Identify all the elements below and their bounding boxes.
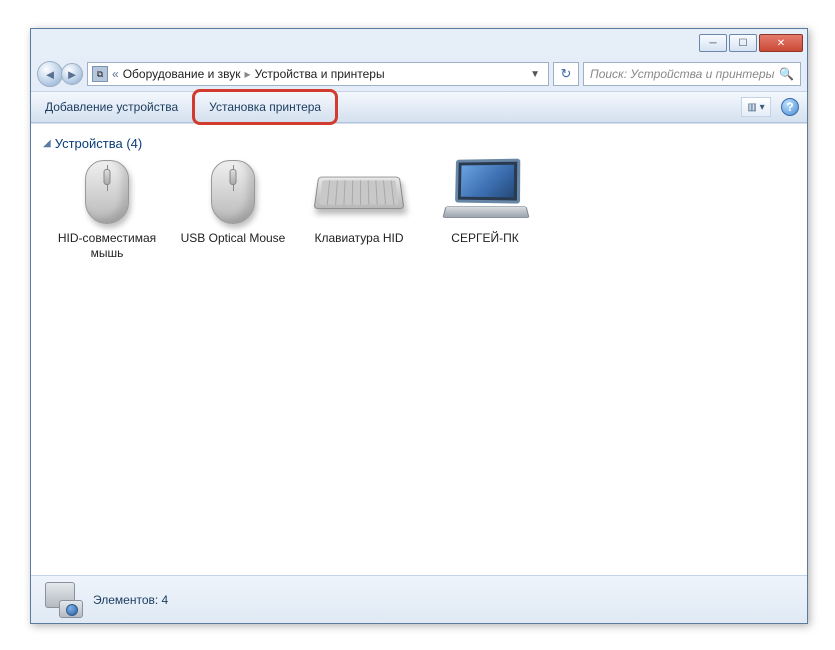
status-devices-icon <box>41 582 83 618</box>
explorer-window: ─ ☐ ✕ ◄ ► ⧉ « Оборудование и звук ▸ Устр… <box>30 28 808 624</box>
group-title: Устройства (4) <box>55 136 143 151</box>
search-placeholder: Поиск: Устройства и принтеры <box>590 67 774 81</box>
device-label: USB Optical Mouse <box>179 231 287 246</box>
add-device-label: Добавление устройства <box>45 100 178 114</box>
nav-row: ◄ ► ⧉ « Оборудование и звук ▸ Устройства… <box>31 57 807 91</box>
minimize-icon: ─ <box>709 38 716 49</box>
titlebar: ─ ☐ ✕ <box>31 29 807 57</box>
device-item[interactable]: HID-совместимая мышь <box>53 157 161 261</box>
add-printer-button[interactable]: Установка принтера <box>192 89 338 125</box>
close-button[interactable]: ✕ <box>759 34 803 52</box>
content-area: ◢ Устройства (4) HID-совместимая мышь US… <box>31 123 807 575</box>
group-header-devices[interactable]: ◢ Устройства (4) <box>43 132 795 157</box>
expand-icon: ◢ <box>43 138 51 149</box>
minimize-button[interactable]: ─ <box>699 34 727 52</box>
items-grid: HID-совместимая мышь USB Optical Mouse К… <box>43 157 795 261</box>
toolbar-right: ▥ ▾ ? <box>741 92 807 122</box>
refresh-button[interactable]: ↻ <box>553 62 579 86</box>
breadcrumb-separator-icon: ▸ <box>245 67 251 81</box>
refresh-icon: ↻ <box>561 66 572 82</box>
keyboard-icon <box>314 157 404 227</box>
address-bar[interactable]: ⧉ « Оборудование и звук ▸ Устройства и п… <box>87 62 549 86</box>
help-button[interactable]: ? <box>781 98 799 116</box>
help-icon: ? <box>786 100 793 114</box>
device-label: HID-совместимая мышь <box>53 231 161 261</box>
breadcrumb-part2[interactable]: Устройства и принтеры <box>255 67 385 81</box>
mouse-icon <box>62 157 152 227</box>
back-icon: ◄ <box>44 67 57 82</box>
device-item[interactable]: Клавиатура HID <box>305 157 413 261</box>
maximize-button[interactable]: ☐ <box>729 34 757 52</box>
status-bar: Элементов: 4 <box>31 575 807 623</box>
address-dropdown-icon[interactable]: ▼ <box>526 69 544 80</box>
device-item[interactable]: USB Optical Mouse <box>179 157 287 261</box>
mouse-icon <box>188 157 278 227</box>
breadcrumb-part1[interactable]: Оборудование и звук <box>123 67 241 81</box>
search-icon: 🔍 <box>779 67 794 81</box>
add-device-button[interactable]: Добавление устройства <box>31 92 192 122</box>
device-label: Клавиатура HID <box>305 231 413 246</box>
search-box[interactable]: Поиск: Устройства и принтеры 🔍 <box>583 62 801 86</box>
laptop-icon <box>440 157 530 227</box>
back-button[interactable]: ◄ <box>37 61 63 87</box>
view-icon: ▥ ▾ <box>747 102 764 113</box>
location-icon: ⧉ <box>92 66 108 82</box>
command-bar: Добавление устройства Установка принтера… <box>31 91 807 123</box>
forward-icon: ► <box>66 67 79 82</box>
maximize-icon: ☐ <box>739 38 748 49</box>
status-count: Элементов: 4 <box>93 593 168 607</box>
view-options-button[interactable]: ▥ ▾ <box>741 97 771 117</box>
breadcrumb-prefix: « <box>112 67 119 81</box>
close-icon: ✕ <box>777 38 785 49</box>
add-printer-label: Установка принтера <box>209 100 321 114</box>
forward-button[interactable]: ► <box>61 63 83 85</box>
device-item[interactable]: СЕРГЕЙ-ПК <box>431 157 539 261</box>
device-label: СЕРГЕЙ-ПК <box>431 231 539 246</box>
